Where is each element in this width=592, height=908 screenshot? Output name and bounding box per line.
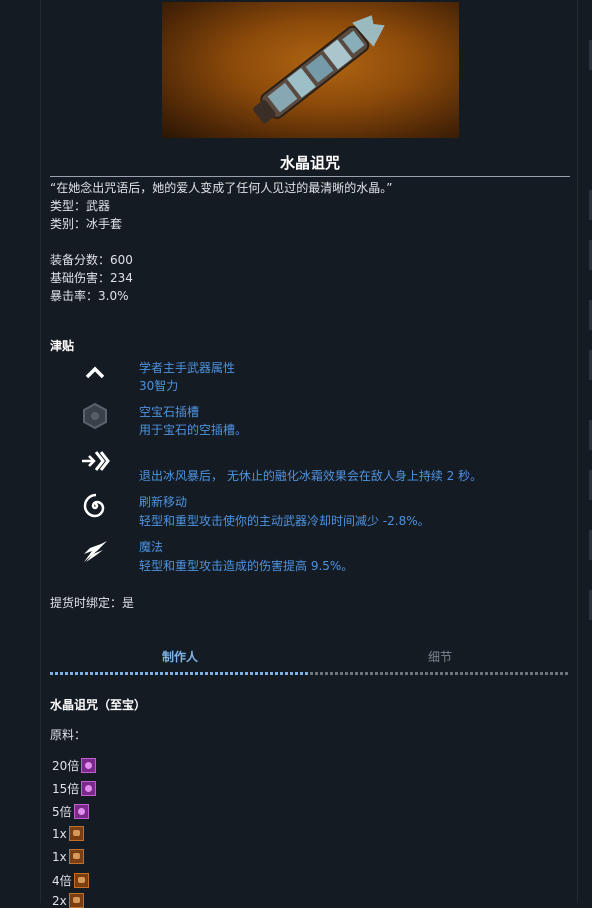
perks-heading: 津贴 — [50, 339, 75, 353]
perk-title[interactable]: 空宝石插槽 — [139, 403, 199, 420]
flavor-text: “在她念出咒语后，她的爱人变成了任何人见过的最清晰的水晶。” — [50, 181, 393, 195]
material-icon[interactable] — [68, 893, 84, 908]
gem-socket-icon — [72, 396, 118, 436]
material-icon[interactable] — [81, 781, 97, 796]
item-image — [162, 2, 459, 138]
material-row[interactable]: 20倍 — [52, 757, 97, 774]
material-icon[interactable] — [73, 873, 89, 888]
material-row[interactable]: 15倍 — [52, 780, 97, 797]
material-qty: 20倍 — [52, 759, 80, 773]
material-icon[interactable] — [73, 804, 89, 819]
tab-indicator-active — [50, 672, 310, 675]
material-row[interactable]: 1x — [52, 826, 84, 841]
material-row[interactable]: 2x — [52, 893, 84, 908]
category-line: 类别：冰手套 — [50, 217, 123, 231]
perk-desc: 轻型和重型攻击使你的主动武器冷却时间减少 -2.8%。 — [139, 514, 430, 528]
tab-crafter[interactable]: 制作人 — [50, 648, 310, 665]
tab-details[interactable]: 细节 — [310, 648, 570, 665]
perk-desc: 30智力 — [139, 379, 179, 393]
perk-title[interactable]: 魔法 — [139, 538, 163, 555]
perk-title[interactable]: 学者主手武器属性 — [139, 359, 235, 376]
perk-desc: 退出冰风暴后， 无休止的融化冰霜效果会在敌人身上持续 2 秒。 — [139, 469, 483, 483]
material-qty: 4倍 — [52, 874, 72, 888]
perk-title[interactable]: 刷新移动 — [139, 493, 187, 510]
material-qty: 1x — [52, 826, 67, 841]
materials-label: 原料： — [50, 728, 87, 742]
perk-desc: 轻型和重型攻击造成的伤害提高 9.5%。 — [139, 559, 354, 573]
base-damage-line: 基础伤害：234 — [50, 271, 133, 285]
title-divider — [50, 176, 570, 177]
material-row[interactable]: 5倍 — [52, 803, 89, 820]
material-row[interactable]: 1x — [52, 849, 84, 864]
arrow-burst-icon — [72, 441, 118, 481]
tab-bar: 制作人 细节 — [50, 648, 570, 676]
material-icon[interactable] — [68, 826, 84, 841]
material-qty: 2x — [52, 893, 67, 908]
claw-icon — [72, 531, 118, 571]
item-title: 水晶诅咒 — [279, 154, 340, 172]
tab-indicator-inactive — [310, 672, 570, 675]
bind-on-pickup: 提货时绑定：是 — [50, 596, 135, 610]
right-rail — [577, 0, 592, 903]
item-panel: 水晶诅咒 “在她念出咒语后，她的爱人变成了任何人见过的最清晰的水晶。” 类型：武… — [41, 0, 577, 908]
swirl-icon — [72, 486, 118, 526]
type-line: 类型：武器 — [50, 199, 111, 213]
perk-desc: 用于宝石的空插槽。 — [139, 423, 248, 437]
left-rail — [0, 0, 41, 903]
chevron-up-icon — [72, 352, 118, 392]
material-row[interactable]: 4倍 — [52, 872, 89, 889]
gear-score-line: 装备分数：600 — [50, 253, 133, 267]
material-icon[interactable] — [68, 849, 84, 864]
material-qty: 1x — [52, 849, 67, 864]
recipe-title: 水晶诅咒（至宝） — [50, 698, 147, 712]
material-qty: 15倍 — [52, 782, 80, 796]
material-icon[interactable] — [81, 758, 97, 773]
material-qty: 5倍 — [52, 805, 72, 819]
crit-chance-line: 暴击率：3.0% — [50, 289, 129, 303]
